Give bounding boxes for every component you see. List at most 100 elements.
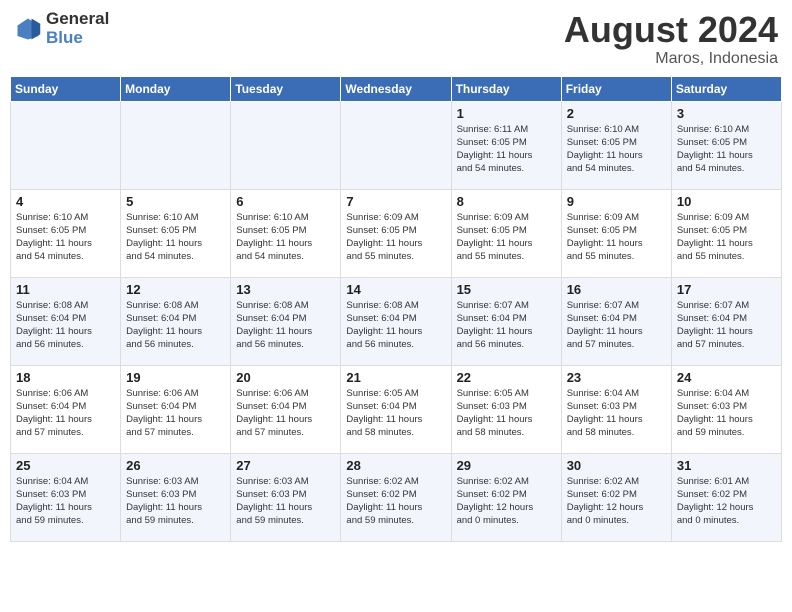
day-info: Sunrise: 6:10 AM Sunset: 6:05 PM Dayligh… bbox=[126, 211, 225, 264]
calendar-week-row: 4 Sunrise: 6:10 AM Sunset: 6:05 PM Daylig… bbox=[11, 189, 782, 277]
day-info: Sunrise: 6:05 AM Sunset: 6:03 PM Dayligh… bbox=[457, 387, 556, 440]
day-info: Sunrise: 6:05 AM Sunset: 6:04 PM Dayligh… bbox=[346, 387, 445, 440]
day-info: Sunrise: 6:11 AM Sunset: 6:05 PM Dayligh… bbox=[457, 123, 556, 176]
calendar-cell: 1 Sunrise: 6:11 AM Sunset: 6:05 PM Daylig… bbox=[451, 101, 561, 189]
logo-general-text: General bbox=[46, 10, 109, 29]
weekday-header-row: SundayMondayTuesdayWednesdayThursdayFrid… bbox=[11, 76, 782, 101]
day-number: 9 bbox=[567, 194, 666, 209]
calendar-cell: 2 Sunrise: 6:10 AM Sunset: 6:05 PM Daylig… bbox=[561, 101, 671, 189]
weekday-header-cell: Thursday bbox=[451, 76, 561, 101]
calendar-cell: 31 Sunrise: 6:01 AM Sunset: 6:02 PM Dayli… bbox=[671, 453, 781, 541]
calendar-cell: 24Sunrise: 6:04 AM Sunset: 6:03 PM Dayli… bbox=[671, 365, 781, 453]
day-info: Sunrise: 6:02 AM Sunset: 6:02 PM Dayligh… bbox=[567, 475, 666, 528]
day-number: 7 bbox=[346, 194, 445, 209]
day-info: Sunrise: 6:07 AM Sunset: 6:04 PM Dayligh… bbox=[567, 299, 666, 352]
calendar-cell: 10 Sunrise: 6:09 AM Sunset: 6:05 PM Dayli… bbox=[671, 189, 781, 277]
calendar-cell: 11 Sunrise: 6:08 AM Sunset: 6:04 PM Dayli… bbox=[11, 277, 121, 365]
day-info: Sunrise: 6:01 AM Sunset: 6:02 PM Dayligh… bbox=[677, 475, 776, 528]
calendar-cell: 20 Sunrise: 6:06 AM Sunset: 6:04 PM Dayli… bbox=[231, 365, 341, 453]
calendar-cell bbox=[231, 101, 341, 189]
calendar-week-row: 11 Sunrise: 6:08 AM Sunset: 6:04 PM Dayli… bbox=[11, 277, 782, 365]
day-number: 5 bbox=[126, 194, 225, 209]
calendar-cell: 21Sunrise: 6:05 AM Sunset: 6:04 PM Dayli… bbox=[341, 365, 451, 453]
day-info: Sunrise: 6:08 AM Sunset: 6:04 PM Dayligh… bbox=[236, 299, 335, 352]
weekday-header-cell: Wednesday bbox=[341, 76, 451, 101]
title-area: August 2024 Maros, Indonesia bbox=[564, 10, 778, 68]
calendar-cell: 22 Sunrise: 6:05 AM Sunset: 6:03 PM Dayli… bbox=[451, 365, 561, 453]
day-info: Sunrise: 6:08 AM Sunset: 6:04 PM Dayligh… bbox=[126, 299, 225, 352]
day-info: Sunrise: 6:07 AM Sunset: 6:04 PM Dayligh… bbox=[457, 299, 556, 352]
day-info: Sunrise: 6:06 AM Sunset: 6:04 PM Dayligh… bbox=[16, 387, 115, 440]
day-number: 26 bbox=[126, 458, 225, 473]
location: Maros, Indonesia bbox=[564, 50, 778, 68]
day-number: 20 bbox=[236, 370, 335, 385]
day-number: 3 bbox=[677, 106, 776, 121]
day-number: 27 bbox=[236, 458, 335, 473]
day-info: Sunrise: 6:03 AM Sunset: 6:03 PM Dayligh… bbox=[236, 475, 335, 528]
day-info: Sunrise: 6:02 AM Sunset: 6:02 PM Dayligh… bbox=[457, 475, 556, 528]
day-info: Sunrise: 6:04 AM Sunset: 6:03 PM Dayligh… bbox=[16, 475, 115, 528]
day-info: Sunrise: 6:10 AM Sunset: 6:05 PM Dayligh… bbox=[677, 123, 776, 176]
calendar-body: 1 Sunrise: 6:11 AM Sunset: 6:05 PM Daylig… bbox=[11, 101, 782, 541]
calendar-cell: 8 Sunrise: 6:09 AM Sunset: 6:05 PM Daylig… bbox=[451, 189, 561, 277]
weekday-header-cell: Sunday bbox=[11, 76, 121, 101]
calendar-cell: 25 Sunrise: 6:04 AM Sunset: 6:03 PM Dayli… bbox=[11, 453, 121, 541]
day-info: Sunrise: 6:08 AM Sunset: 6:04 PM Dayligh… bbox=[346, 299, 445, 352]
day-info: Sunrise: 6:10 AM Sunset: 6:05 PM Dayligh… bbox=[567, 123, 666, 176]
calendar-cell: 9 Sunrise: 6:09 AM Sunset: 6:05 PM Daylig… bbox=[561, 189, 671, 277]
day-info: Sunrise: 6:09 AM Sunset: 6:05 PM Dayligh… bbox=[677, 211, 776, 264]
month-year: August 2024 bbox=[564, 10, 778, 50]
calendar-cell: 28Sunrise: 6:02 AM Sunset: 6:02 PM Dayli… bbox=[341, 453, 451, 541]
day-number: 15 bbox=[457, 282, 556, 297]
day-info: Sunrise: 6:09 AM Sunset: 6:05 PM Dayligh… bbox=[567, 211, 666, 264]
day-number: 1 bbox=[457, 106, 556, 121]
calendar-cell: 18 Sunrise: 6:06 AM Sunset: 6:04 PM Dayli… bbox=[11, 365, 121, 453]
weekday-header-cell: Saturday bbox=[671, 76, 781, 101]
calendar-cell: 14 Sunrise: 6:08 AM Sunset: 6:04 PM Dayli… bbox=[341, 277, 451, 365]
day-number: 4 bbox=[16, 194, 115, 209]
day-number: 12 bbox=[126, 282, 225, 297]
calendar-cell: 16Sunrise: 6:07 AM Sunset: 6:04 PM Dayli… bbox=[561, 277, 671, 365]
calendar-cell: 15 Sunrise: 6:07 AM Sunset: 6:04 PM Dayli… bbox=[451, 277, 561, 365]
calendar-cell bbox=[121, 101, 231, 189]
calendar-cell: 29Sunrise: 6:02 AM Sunset: 6:02 PM Dayli… bbox=[451, 453, 561, 541]
day-number: 13 bbox=[236, 282, 335, 297]
day-number: 25 bbox=[16, 458, 115, 473]
calendar-cell: 17Sunrise: 6:07 AM Sunset: 6:04 PM Dayli… bbox=[671, 277, 781, 365]
day-info: Sunrise: 6:08 AM Sunset: 6:04 PM Dayligh… bbox=[16, 299, 115, 352]
calendar-cell: 7 Sunrise: 6:09 AM Sunset: 6:05 PM Daylig… bbox=[341, 189, 451, 277]
page-header: General Blue August 2024 Maros, Indonesi… bbox=[10, 10, 782, 68]
day-number: 24 bbox=[677, 370, 776, 385]
day-info: Sunrise: 6:09 AM Sunset: 6:05 PM Dayligh… bbox=[346, 211, 445, 264]
logo: General Blue bbox=[14, 10, 109, 47]
calendar-cell: 26Sunrise: 6:03 AM Sunset: 6:03 PM Dayli… bbox=[121, 453, 231, 541]
day-number: 6 bbox=[236, 194, 335, 209]
day-number: 11 bbox=[16, 282, 115, 297]
day-info: Sunrise: 6:10 AM Sunset: 6:05 PM Dayligh… bbox=[236, 211, 335, 264]
day-number: 23 bbox=[567, 370, 666, 385]
day-number: 14 bbox=[346, 282, 445, 297]
calendar-cell: 4 Sunrise: 6:10 AM Sunset: 6:05 PM Daylig… bbox=[11, 189, 121, 277]
calendar-cell: 13 Sunrise: 6:08 AM Sunset: 6:04 PM Dayli… bbox=[231, 277, 341, 365]
day-number: 30 bbox=[567, 458, 666, 473]
calendar-cell: 27 Sunrise: 6:03 AM Sunset: 6:03 PM Dayli… bbox=[231, 453, 341, 541]
day-info: Sunrise: 6:02 AM Sunset: 6:02 PM Dayligh… bbox=[346, 475, 445, 528]
day-info: Sunrise: 6:09 AM Sunset: 6:05 PM Dayligh… bbox=[457, 211, 556, 264]
calendar-week-row: 1 Sunrise: 6:11 AM Sunset: 6:05 PM Daylig… bbox=[11, 101, 782, 189]
day-number: 31 bbox=[677, 458, 776, 473]
calendar-cell: 23Sunrise: 6:04 AM Sunset: 6:03 PM Dayli… bbox=[561, 365, 671, 453]
calendar-cell: 30 Sunrise: 6:02 AM Sunset: 6:02 PM Dayli… bbox=[561, 453, 671, 541]
day-number: 10 bbox=[677, 194, 776, 209]
day-info: Sunrise: 6:06 AM Sunset: 6:04 PM Dayligh… bbox=[236, 387, 335, 440]
day-number: 22 bbox=[457, 370, 556, 385]
day-number: 2 bbox=[567, 106, 666, 121]
weekday-header-cell: Monday bbox=[121, 76, 231, 101]
logo-text: General Blue bbox=[46, 10, 109, 47]
calendar-cell bbox=[341, 101, 451, 189]
day-info: Sunrise: 6:06 AM Sunset: 6:04 PM Dayligh… bbox=[126, 387, 225, 440]
calendar-table: SundayMondayTuesdayWednesdayThursdayFrid… bbox=[10, 76, 782, 542]
weekday-header-cell: Friday bbox=[561, 76, 671, 101]
day-info: Sunrise: 6:10 AM Sunset: 6:05 PM Dayligh… bbox=[16, 211, 115, 264]
day-number: 18 bbox=[16, 370, 115, 385]
day-number: 8 bbox=[457, 194, 556, 209]
